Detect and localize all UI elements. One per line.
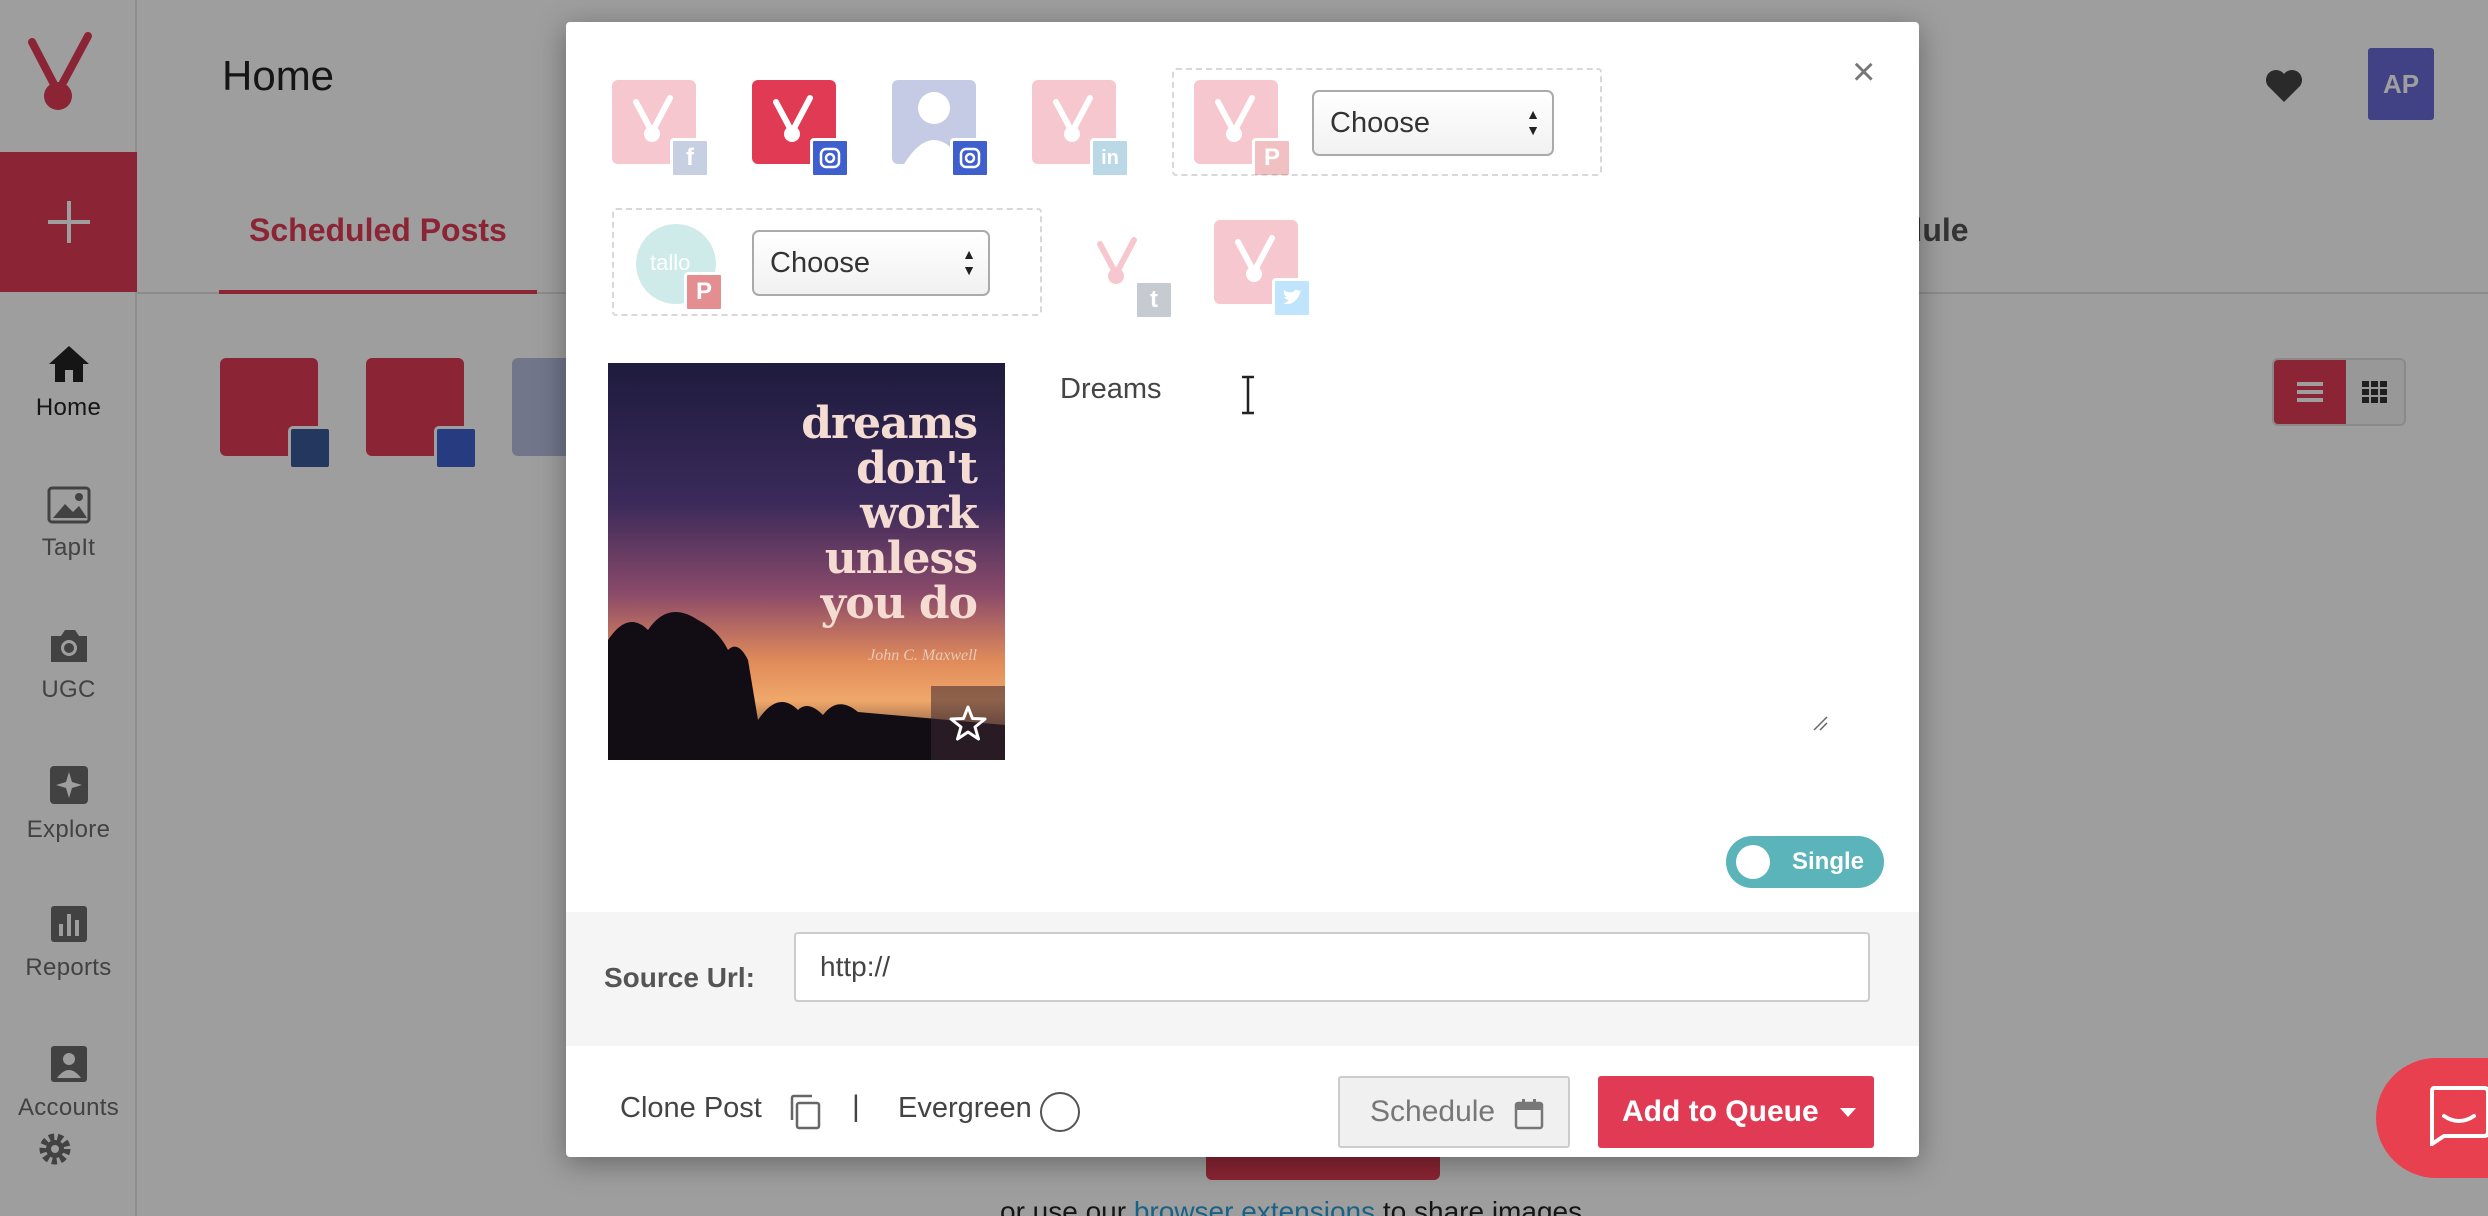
select-arrows-icon: ▲ ▼	[962, 246, 976, 278]
account-twitter-toggle[interactable]	[1214, 220, 1312, 318]
tallo-board-select[interactable]: Choose ▲ ▼	[752, 230, 990, 296]
text-cursor-icon	[1242, 375, 1254, 415]
single-toggle[interactable]: Single	[1726, 836, 1884, 888]
instagram-icon	[950, 138, 990, 178]
create-post-modal: × f in P Choose ▲ ▼ tallo P Choose ▲ ▼ t…	[566, 22, 1919, 1157]
account-pinterest-toggle[interactable]: P	[1194, 80, 1292, 178]
chat-launcher-button[interactable]	[2376, 1058, 2488, 1178]
chat-icon	[2430, 1086, 2488, 1146]
account-instagram-toggle[interactable]	[752, 80, 850, 178]
copy-icon[interactable]	[788, 1094, 822, 1130]
evergreen-label: Evergreen	[898, 1092, 1032, 1124]
post-image[interactable]: dreams don't work unless you do John C. …	[608, 363, 1005, 760]
resize-grip-icon[interactable]	[1812, 715, 1828, 731]
account-tumblr-toggle[interactable]: t	[1076, 222, 1174, 320]
star-icon	[949, 705, 987, 741]
pinterest-icon: P	[684, 272, 724, 312]
pinterest-board-select[interactable]: Choose ▲ ▼	[1312, 90, 1554, 156]
source-url-row: Source Url:	[566, 912, 1919, 1046]
twitter-icon	[1272, 278, 1312, 318]
select-value: Choose	[770, 246, 870, 279]
caption-textarea[interactable]: Dreams	[1040, 363, 1840, 743]
pinterest-board-group: P Choose ▲ ▼	[1172, 68, 1602, 178]
source-url-input[interactable]	[794, 932, 1870, 1002]
tallo-board-group: tallo P Choose ▲ ▼	[612, 208, 1042, 316]
evergreen-radio[interactable]	[1040, 1092, 1080, 1132]
source-url-label: Source Url:	[604, 962, 755, 993]
separator: |	[852, 1090, 860, 1123]
tumblr-icon: t	[1134, 280, 1174, 320]
favorite-button[interactable]	[931, 686, 1005, 760]
image-quote-text: dreams don't work unless you do	[801, 398, 978, 629]
account-tallo-pinterest-toggle[interactable]: tallo P	[636, 224, 724, 312]
account-facebook-toggle[interactable]: f	[612, 80, 710, 178]
calendar-icon	[1514, 1099, 1544, 1130]
toggle-label: Single	[1792, 848, 1865, 875]
schedule-button[interactable]: Schedule	[1338, 1076, 1570, 1148]
select-value: Choose	[1330, 106, 1430, 139]
modal-footer: Clone Post | Evergreen Schedule Add to Q…	[566, 1046, 1919, 1157]
close-icon[interactable]: ×	[1852, 52, 1875, 92]
select-arrows-icon: ▲ ▼	[1526, 106, 1540, 138]
schedule-label: Schedule	[1370, 1095, 1496, 1128]
caption-text: Dreams	[1060, 373, 1162, 405]
account-instagram-person-toggle[interactable]	[892, 80, 990, 178]
caret-down-icon[interactable]	[1840, 1108, 1856, 1117]
toggle-knob	[1736, 845, 1770, 879]
pinterest-icon: P	[1252, 138, 1292, 178]
account-linkedin-toggle[interactable]: in	[1032, 80, 1130, 178]
add-to-queue-button[interactable]: Add to Queue	[1598, 1076, 1874, 1148]
linkedin-icon: in	[1090, 138, 1130, 178]
clone-post-label: Clone Post	[620, 1092, 762, 1124]
add-to-queue-label: Add to Queue	[1622, 1095, 1819, 1128]
facebook-icon: f	[670, 138, 710, 178]
instagram-icon	[810, 138, 850, 178]
